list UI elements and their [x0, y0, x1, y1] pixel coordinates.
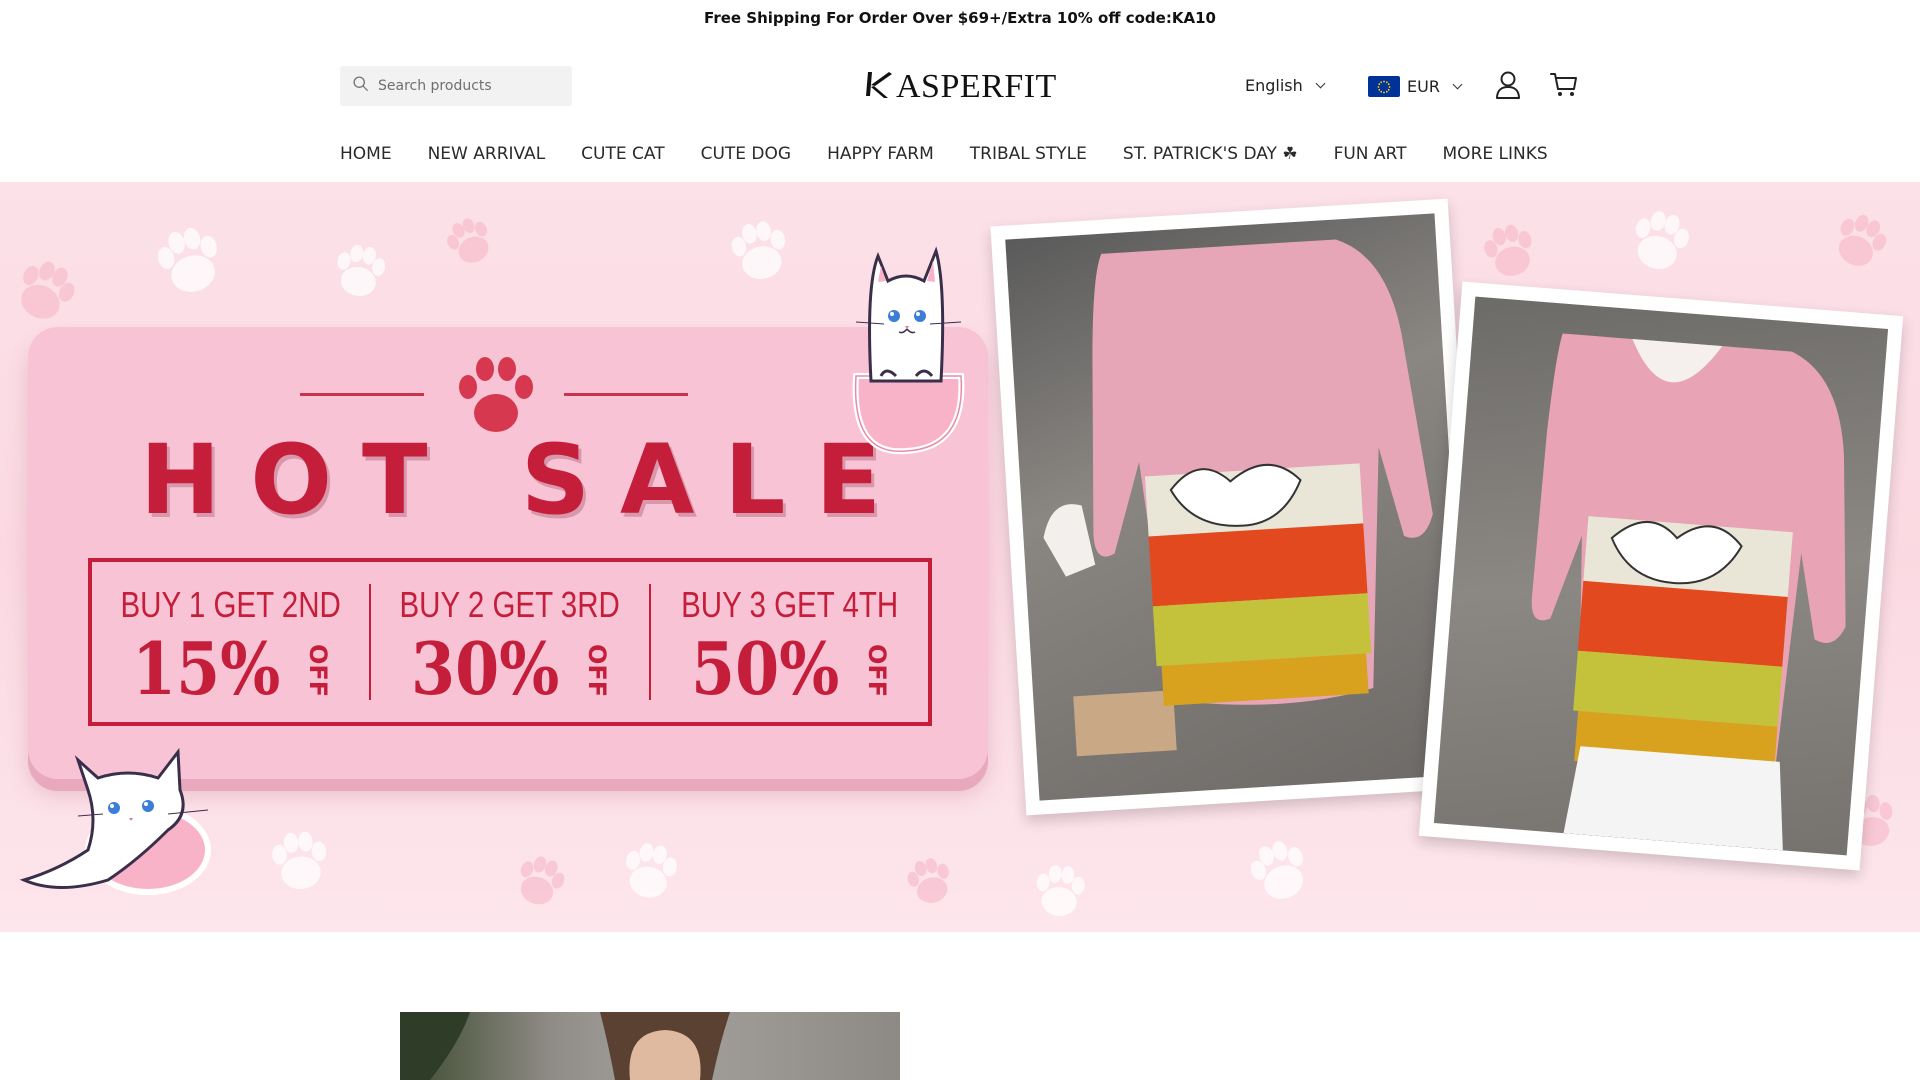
- offer-percent: 30%: [411, 626, 560, 711]
- offer-heading: BUY 2 GET 3RD: [399, 584, 621, 625]
- hero-banner[interactable]: HOT SALE BUY 1 GET 2ND 15% OFF BUY 2 GET…: [0, 182, 1920, 932]
- eu-flag-icon: [1368, 76, 1400, 97]
- nav-item-tribal-style[interactable]: TRIBAL STYLE: [970, 144, 1087, 164]
- chevron-down-icon: [1315, 78, 1326, 89]
- search-icon: [352, 75, 369, 97]
- nav-item-cute-dog[interactable]: CUTE DOG: [701, 144, 792, 164]
- currency-label: EUR: [1407, 77, 1440, 96]
- offer-item: BUY 3 GET 4TH 50% OFF: [648, 584, 928, 711]
- cat-in-pocket-illustration: [826, 226, 976, 461]
- product-image: [1005, 213, 1469, 801]
- offer-heading: BUY 3 GET 4TH: [680, 584, 898, 625]
- decorative-line: [564, 393, 688, 396]
- nav-item-more-links[interactable]: MORE LINKS: [1443, 144, 1548, 164]
- offer-off-label: OFF: [583, 644, 612, 698]
- offer-heading: BUY 1 GET 2ND: [120, 584, 341, 625]
- main-nav: HOME NEW ARRIVAL CUTE CAT CUTE DOG HAPPY…: [340, 138, 1548, 170]
- site-logo[interactable]: ASPERFIT: [862, 66, 1057, 108]
- language-selector[interactable]: English: [1245, 76, 1326, 95]
- product-photo[interactable]: [990, 198, 1484, 816]
- cart-icon[interactable]: [1550, 72, 1578, 98]
- nav-item-fun-art[interactable]: FUN ART: [1334, 144, 1407, 164]
- offer-percent: 50%: [690, 626, 840, 711]
- site-header: Search products ASPERFIT English EUR: [0, 36, 1920, 136]
- search-placeholder: Search products: [378, 78, 492, 94]
- nav-item-st-patricks-day[interactable]: ST. PATRICK'S DAY ☘: [1123, 144, 1298, 164]
- product-photo[interactable]: [1418, 281, 1904, 871]
- chevron-down-icon: [1452, 79, 1463, 90]
- nav-item-cute-cat[interactable]: CUTE CAT: [581, 144, 664, 164]
- offer-item: BUY 2 GET 3RD 30% OFF: [369, 584, 648, 711]
- logo-mark-icon: [862, 69, 894, 106]
- decorative-line: [300, 393, 424, 396]
- currency-selector[interactable]: EUR: [1368, 76, 1463, 97]
- product-image: [1433, 296, 1889, 856]
- announcement-text: Free Shipping For Order Over $69+/Extra …: [704, 9, 1216, 27]
- offer-item: BUY 1 GET 2ND 15% OFF: [92, 562, 369, 722]
- account-icon[interactable]: [1494, 70, 1522, 100]
- language-label: English: [1245, 76, 1303, 95]
- offers-box: BUY 1 GET 2ND 15% OFF BUY 2 GET 3RD 30% …: [88, 558, 932, 726]
- nav-item-new-arrival[interactable]: NEW ARRIVAL: [428, 144, 546, 164]
- cat-lying-illustration: [18, 730, 228, 905]
- search-input[interactable]: Search products: [340, 66, 572, 106]
- nav-item-happy-farm[interactable]: HAPPY FARM: [827, 144, 934, 164]
- offer-percent: 15%: [132, 626, 281, 711]
- offer-off-label: OFF: [862, 644, 891, 698]
- announcement-bar: Free Shipping For Order Over $69+/Extra …: [0, 0, 1920, 36]
- offer-off-label: OFF: [304, 644, 332, 698]
- logo-text: ASPERFIT: [896, 68, 1057, 105]
- model-photo[interactable]: [400, 1012, 900, 1080]
- hero-title: HOT SALE: [140, 424, 912, 536]
- nav-item-home[interactable]: HOME: [340, 144, 392, 164]
